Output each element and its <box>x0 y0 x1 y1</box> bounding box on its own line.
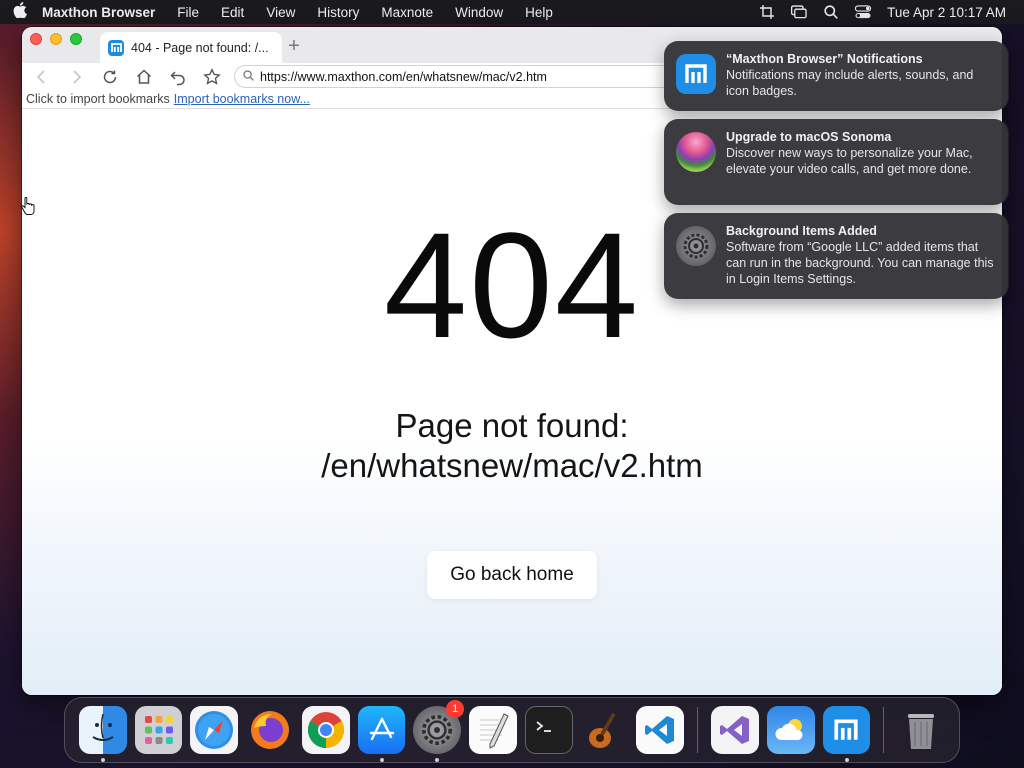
minimize-window-button[interactable] <box>50 33 62 45</box>
menu-app-name[interactable]: Maxthon Browser <box>40 5 166 20</box>
dock-separator <box>697 707 699 753</box>
forward-button[interactable] <box>59 66 93 88</box>
menubar-clock[interactable]: Tue Apr 2 10:17 AM <box>887 5 1006 20</box>
error-message-line1: Page not found: <box>395 407 629 444</box>
window-controls <box>30 33 82 45</box>
macos-sonoma-icon <box>676 132 716 172</box>
system-settings-icon[interactable]: 1 <box>413 700 465 762</box>
menu-help[interactable]: Help <box>514 5 564 20</box>
finder-icon[interactable] <box>79 706 127 762</box>
menu-history[interactable]: History <box>306 5 370 20</box>
textedit-icon[interactable] <box>469 706 517 754</box>
notification-body: Software from “Google LLC” added items t… <box>726 240 994 286</box>
hand-cursor-icon <box>20 196 36 217</box>
menu-view[interactable]: View <box>255 5 306 20</box>
safari-icon[interactable] <box>190 706 239 754</box>
error-message-path: /en/whatsnew/mac/v2.htm <box>321 447 703 484</box>
error-message: Page not found: /en/whatsnew/mac/v2.htm <box>22 406 1002 486</box>
notification-background-items[interactable]: Background Items Added Software from “Go… <box>664 213 1008 299</box>
maxthon-icon <box>676 54 716 94</box>
menu-maxnote[interactable]: Maxnote <box>370 5 444 20</box>
running-indicator <box>435 758 440 762</box>
home-icon[interactable] <box>127 66 161 88</box>
running-indicator <box>844 758 849 762</box>
notification-title: Background Items Added <box>726 224 877 238</box>
notification-macos-upgrade[interactable]: Upgrade to macOS Sonoma Discover new way… <box>664 119 1008 205</box>
search-icon <box>243 69 254 84</box>
notification-maxthon[interactable]: “Maxthon Browser” Notifications Notifica… <box>664 41 1008 111</box>
menu-edit[interactable]: Edit <box>210 5 255 20</box>
maxthon-icon[interactable] <box>822 706 871 762</box>
go-back-home-button[interactable]: Go back home <box>427 551 597 599</box>
bookmark-star-icon[interactable] <box>195 66 229 88</box>
tab-active[interactable]: 404 - Page not found: /... <box>100 32 282 63</box>
menu-file[interactable]: File <box>166 5 210 20</box>
address-bar[interactable]: https://www.maxthon.com/en/whatsnew/mac/… <box>234 65 694 88</box>
undo-close-tab-icon[interactable] <box>161 66 195 88</box>
close-window-button[interactable] <box>30 33 42 45</box>
trash-icon[interactable] <box>897 706 945 754</box>
menu-bar: Maxthon Browser File Edit View History M… <box>0 0 1024 24</box>
notification-body: Discover new ways to personalize your Ma… <box>726 146 973 176</box>
crop-icon[interactable] <box>759 4 775 20</box>
import-bookmarks-link[interactable]: Import bookmarks now... <box>174 92 310 106</box>
bookmarks-import-prompt: Click to import bookmarks <box>26 92 170 106</box>
new-tab-button[interactable]: + <box>284 35 304 58</box>
garageband-icon[interactable] <box>581 706 629 754</box>
menu-window[interactable]: Window <box>444 5 514 20</box>
notification-body: Notifications may include alerts, sounds… <box>726 68 974 98</box>
vscode-icon[interactable] <box>636 706 685 754</box>
screen-mirroring-icon[interactable] <box>791 4 807 20</box>
visual-studio-icon[interactable] <box>711 706 759 754</box>
launchpad-icon[interactable] <box>134 706 183 754</box>
url-text: https://www.maxthon.com/en/whatsnew/mac/… <box>260 69 547 84</box>
notification-badge: 1 <box>446 700 465 718</box>
notification-title: “Maxthon Browser” Notifications <box>726 52 923 66</box>
tab-title: 404 - Page not found: /... <box>131 40 269 55</box>
firefox-icon[interactable] <box>246 706 294 754</box>
dock: 1 <box>64 697 960 763</box>
dock-separator <box>883 707 885 753</box>
maxthon-favicon-icon <box>108 39 124 56</box>
fullscreen-window-button[interactable] <box>70 33 82 45</box>
chrome-icon[interactable] <box>301 706 350 754</box>
apple-menu-icon[interactable] <box>0 2 40 22</box>
running-indicator <box>379 758 384 762</box>
control-center-icon[interactable] <box>855 4 872 20</box>
terminal-icon[interactable] <box>524 706 573 754</box>
back-button[interactable] <box>25 66 59 88</box>
notification-title: Upgrade to macOS Sonoma <box>726 130 892 144</box>
reload-button[interactable] <box>93 66 127 88</box>
app-store-icon[interactable] <box>357 706 406 762</box>
weather-icon[interactable] <box>766 706 815 754</box>
system-settings-icon <box>676 226 716 266</box>
search-icon[interactable] <box>823 4 839 20</box>
running-indicator <box>101 758 105 762</box>
